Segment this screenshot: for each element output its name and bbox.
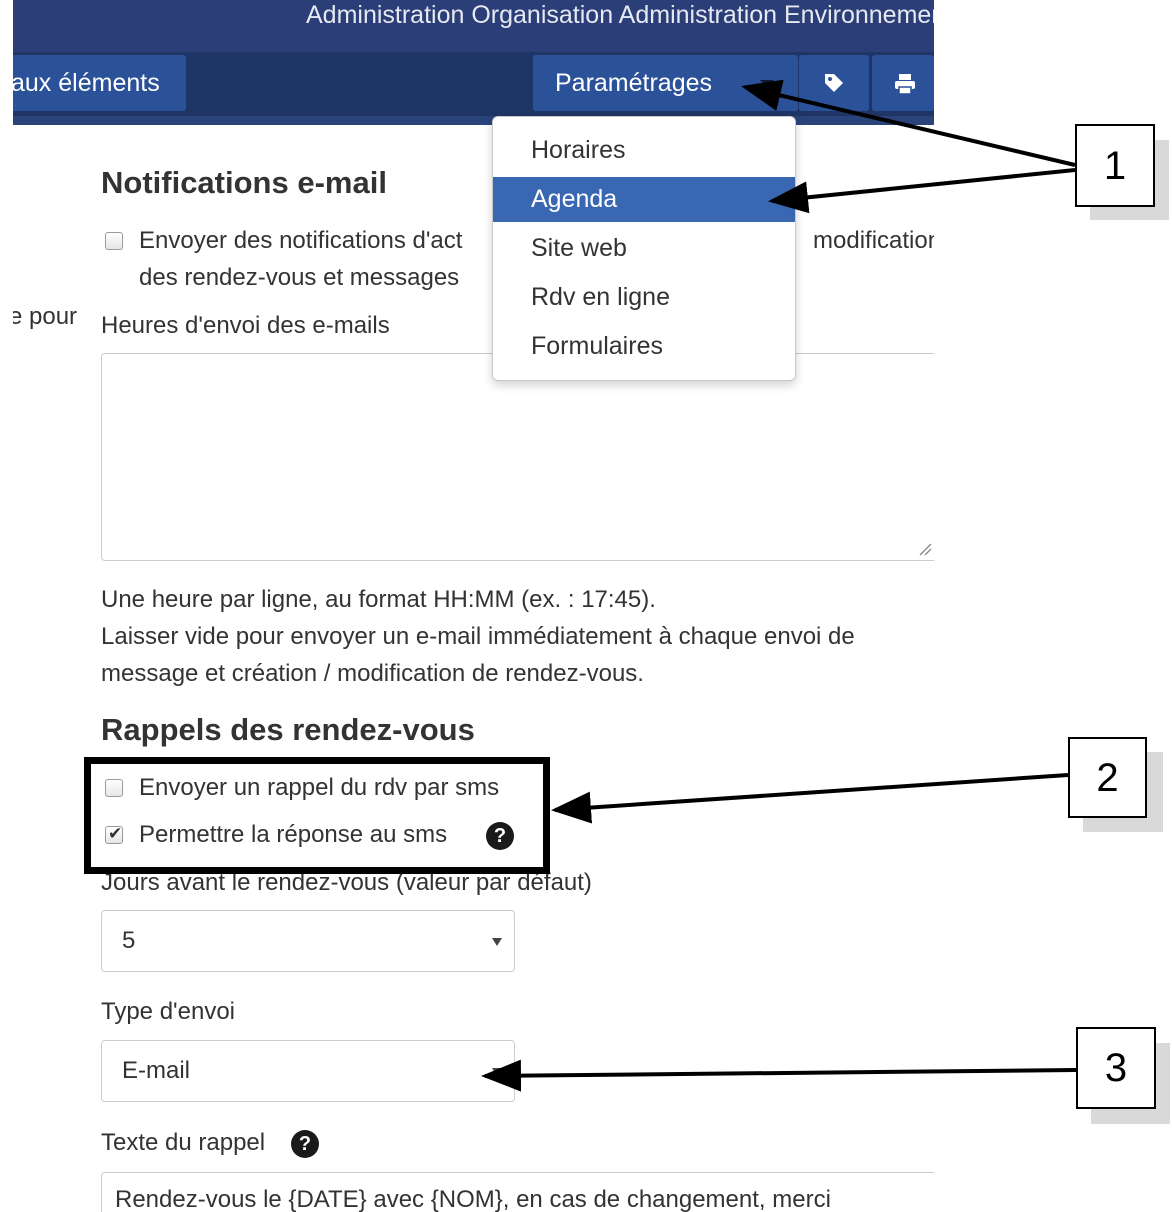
arrow-2 (551, 773, 1069, 824)
annotation-arrows (481, 79, 1077, 1092)
arrow-1b (768, 168, 1076, 214)
arrow-3 (481, 1059, 1077, 1092)
arrow-1a (741, 79, 1076, 167)
